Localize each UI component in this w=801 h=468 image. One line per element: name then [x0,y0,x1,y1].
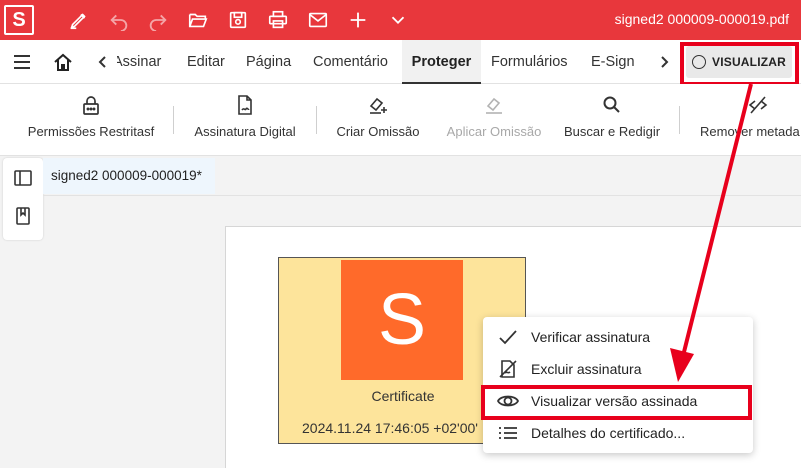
panel-toggle-icon[interactable] [13,168,33,188]
tab-divider [43,195,801,196]
list-icon [499,427,517,439]
highlight-box-context-item [481,385,752,420]
title-bar: S signed2 000009-000019.pdf [0,0,801,40]
ribbon-toolbar: Permissões Restritasf Assinatura Digital… [0,84,801,156]
highlight-box-visualizar [680,42,799,86]
ribbon-separator [679,106,680,134]
digital-signature-button[interactable]: Assinatura Digital [190,84,300,156]
remove-metadata-icon [748,96,768,114]
search-icon [603,96,620,113]
tab-pagina[interactable]: Página [246,40,291,84]
tab-esign[interactable]: E-Sign [591,40,635,84]
menu-item-delete-signature[interactable]: Excluir assinatura [483,353,753,385]
ribbon-separator [316,106,317,134]
ribbon-separator [173,106,174,134]
tab-editar[interactable]: Editar [187,40,225,84]
scroll-left-icon[interactable] [94,53,112,71]
redo-icon[interactable] [146,8,170,32]
mail-icon[interactable] [306,8,330,32]
menu-item-certificate-details[interactable]: Detalhes do certificado... [483,417,753,449]
side-panel [3,158,43,240]
search-and-redact-button[interactable]: Buscar e Redigir [564,84,660,156]
menu-item-verify-signature[interactable]: Verificar assinatura [483,321,753,353]
checkmark-icon [499,330,517,345]
plus-icon[interactable] [346,8,370,32]
bookmark-icon[interactable] [13,206,33,226]
document-tab[interactable]: signed2 000009-000019* [43,158,215,194]
tab-comentario[interactable]: Comentário [313,40,388,84]
scroll-right-icon[interactable] [655,53,673,71]
tab-assinar[interactable]: Assinar [117,40,173,84]
remove-metadata-button[interactable]: Remover metada [700,84,801,156]
delete-signature-icon [499,360,517,378]
home-icon[interactable] [52,51,74,73]
redact-apply-icon [486,97,502,114]
print-icon[interactable] [266,8,290,32]
folder-open-icon[interactable] [186,8,210,32]
pen-icon[interactable] [67,8,91,32]
certificate-logo: S [341,260,463,380]
tab-proteger[interactable]: Proteger [402,40,481,84]
lock-icon [83,96,99,115]
undo-icon[interactable] [107,8,131,32]
signed-document-icon [238,95,252,115]
document-title: signed2 000009-000019.pdf [614,11,789,27]
hamburger-menu-icon[interactable] [12,52,32,72]
app-logo: S [4,5,34,35]
chevron-down-icon[interactable] [386,8,410,32]
tab-formularios[interactable]: Formulários [491,40,568,84]
create-redaction-button[interactable]: Criar Omissão [333,84,423,156]
redact-create-icon [369,97,387,114]
restricted-permissions-button[interactable]: Permissões Restritasf [24,84,158,156]
save-icon[interactable] [226,8,250,32]
apply-redaction-button[interactable]: Aplicar Omissão [444,84,544,156]
